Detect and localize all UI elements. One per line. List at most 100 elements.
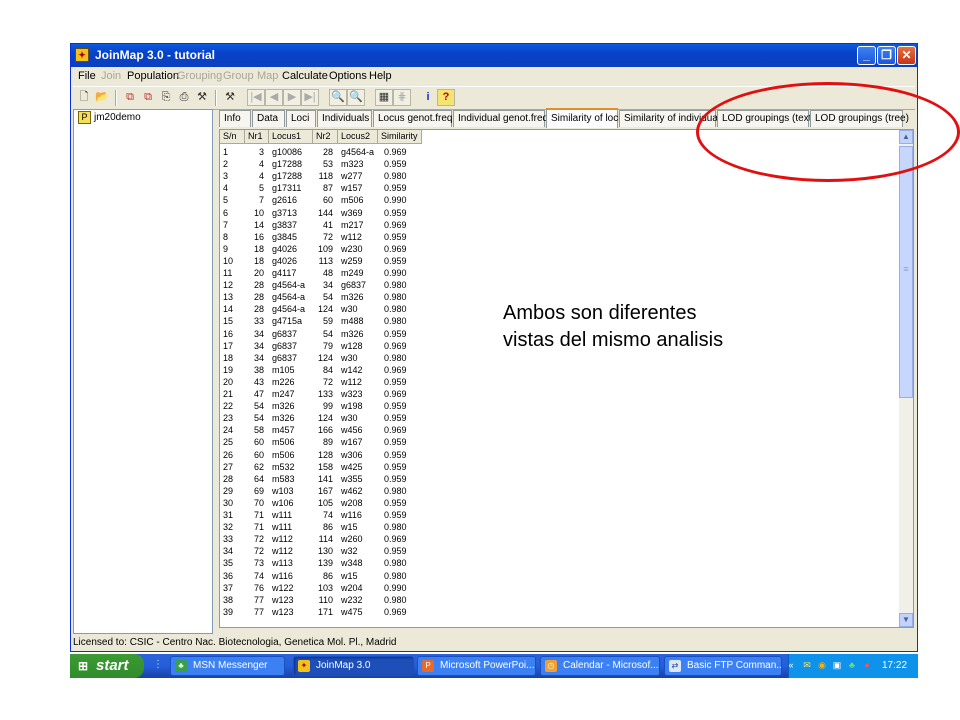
table-cell: 18 [223, 352, 234, 363]
task-calendar[interactable]: ◷ Calendar - Microsof... [540, 656, 660, 676]
table-row[interactable]: 4 5 g17311 87 w157 0.959 [220, 182, 900, 194]
table-cell: 48 [322, 268, 333, 278]
tray-messenger-icon[interactable]: ♣ [846, 659, 858, 671]
table-row[interactable]: 39 77 w123 171 w475 0.969 [220, 606, 900, 618]
open-folder-icon[interactable]: 📂 [93, 89, 111, 106]
table-row[interactable]: 31 71 w111 74 w116 0.959 [220, 509, 900, 521]
clock[interactable]: 17:22 [882, 654, 907, 678]
start-button[interactable]: ⊞ start [70, 654, 144, 678]
tab-data[interactable]: Data [252, 110, 285, 127]
tab-individual-genot-freq[interactable]: Individual genot.freq. [453, 110, 551, 127]
menu-group[interactable]: Group [223, 70, 254, 82]
table-row[interactable]: 34 72 w112 130 w32 0.959 [220, 545, 900, 557]
table-row[interactable]: 8 16 g3845 72 w112 0.959 [220, 231, 900, 243]
menu-grouping[interactable]: Grouping [177, 70, 222, 82]
tab-info[interactable]: Info [219, 110, 251, 127]
table-row[interactable]: 32 71 w111 86 w15 0.980 [220, 521, 900, 533]
tray-antivirus-icon[interactable]: ● [861, 659, 873, 671]
table-row[interactable]: 26 60 m506 128 w306 0.959 [220, 449, 900, 461]
quick-launch-icon[interactable]: ⋮ [152, 658, 164, 672]
column-header[interactable]: S/n [220, 130, 245, 144]
column-header[interactable]: Nr2 [313, 130, 338, 144]
previous-icon[interactable]: ◀ [265, 89, 283, 106]
tab-loci[interactable]: Loci [286, 110, 316, 127]
table-row[interactable]: 9 18 g4026 109 w230 0.969 [220, 243, 900, 255]
calculator-icon[interactable]: ▦ [375, 89, 393, 106]
table-row[interactable]: 37 76 w122 103 w204 0.990 [220, 582, 900, 594]
tray-network-icon[interactable]: ✉ [801, 659, 813, 671]
table-cell: 71 [253, 522, 264, 533]
menu-options[interactable]: Options [329, 70, 367, 82]
menu-help[interactable]: Help [369, 70, 392, 82]
vertical-scrollbar[interactable]: ▲ ≡ ▼ [899, 130, 913, 627]
table-row[interactable]: 12 28 g4564-a 34 g6837 0.980 [220, 279, 900, 291]
maximize-button[interactable]: ❐ [877, 46, 896, 65]
menu-join[interactable]: Join [101, 70, 121, 82]
column-header[interactable]: Locus2 [338, 130, 378, 144]
table-row[interactable]: 7 14 g3837 41 m217 0.969 [220, 219, 900, 231]
table-row[interactable]: 36 74 w116 86 w15 0.980 [220, 570, 900, 582]
task-powerpoint[interactable]: P Microsoft PowerPoi... [417, 656, 536, 676]
table-row[interactable]: 22 54 m326 99 w198 0.959 [220, 400, 900, 412]
scroll-thumb[interactable]: ≡ [899, 146, 913, 398]
grid-icon[interactable]: ⋕ [393, 89, 411, 106]
info-icon[interactable]: i [419, 89, 437, 106]
column-header[interactable]: Locus1 [269, 130, 313, 144]
table-cell: 0.959 [384, 255, 407, 266]
table-row[interactable]: 20 43 m226 72 w112 0.959 [220, 376, 900, 388]
task-joinmap[interactable]: ✦ JoinMap 3.0 [293, 656, 414, 676]
menu-calculate[interactable]: Calculate [282, 70, 328, 82]
task-msn-messenger[interactable]: ♣ MSN Messenger [170, 656, 285, 676]
table-row[interactable]: 33 72 w112 114 w260 0.969 [220, 533, 900, 545]
table-row[interactable]: 38 77 w123 110 w232 0.980 [220, 594, 900, 606]
import-icon[interactable]: ⧉ [121, 89, 139, 106]
table-row[interactable]: 28 64 m583 141 w355 0.959 [220, 473, 900, 485]
table-row[interactable]: 6 10 g3713 144 w369 0.959 [220, 207, 900, 219]
table-row[interactable]: 29 69 w103 167 w462 0.980 [220, 485, 900, 497]
title-bar[interactable]: ✦ JoinMap 3.0 - tutorial _ ❐ ✕ [71, 44, 917, 67]
first-icon[interactable]: |◀ [247, 89, 265, 106]
table-row[interactable]: 19 38 m105 84 w142 0.969 [220, 364, 900, 376]
table-row[interactable]: 10 18 g4026 113 w259 0.959 [220, 255, 900, 267]
tree-node-root[interactable]: Pjm20demo [78, 111, 141, 124]
table-cell: w15 [341, 570, 358, 581]
zoom-out-icon[interactable]: 🔍 [329, 89, 347, 106]
table-row[interactable]: 11 20 g4117 48 m249 0.990 [220, 267, 900, 279]
tray-norton-icon[interactable]: ◉ [816, 659, 828, 671]
table-cell: 103 [317, 582, 333, 593]
table-row[interactable]: 25 60 m506 89 w167 0.959 [220, 436, 900, 448]
last-icon[interactable]: ▶| [301, 89, 319, 106]
table-cell: 5 [258, 183, 264, 194]
export-icon[interactable]: ⧉ [139, 89, 157, 106]
zoom-in-icon[interactable]: 🔍 [347, 89, 365, 106]
next-icon[interactable]: ▶ [283, 89, 301, 106]
table-row[interactable]: 5 7 g2616 60 m506 0.990 [220, 194, 900, 206]
table-row[interactable]: 24 58 m457 166 w456 0.969 [220, 424, 900, 436]
minimize-button[interactable]: _ [857, 46, 876, 65]
tab-individuals[interactable]: Individuals [317, 110, 372, 127]
settings-icon[interactable]: ⚒ [221, 89, 239, 106]
table-row[interactable]: 27 62 m532 158 w425 0.959 [220, 461, 900, 473]
menu-file[interactable]: File [78, 70, 96, 82]
table-row[interactable]: 23 54 m326 124 w30 0.959 [220, 412, 900, 424]
column-header[interactable]: Similarity [378, 130, 422, 144]
table-row[interactable]: 35 73 w113 139 w348 0.980 [220, 557, 900, 569]
column-header[interactable]: Nr1 [245, 130, 269, 144]
new-file-icon[interactable]: 🗋 [75, 89, 93, 106]
tab-similarity-of-loci[interactable]: Similarity of loci [546, 108, 620, 128]
tray-expand-icon[interactable]: « [785, 659, 797, 671]
menu-map[interactable]: Map [257, 70, 278, 82]
tab-locus-genot-freq[interactable]: Locus genot.freq. [373, 110, 455, 127]
scroll-down-icon[interactable]: ▼ [899, 613, 913, 627]
table-row[interactable]: 30 70 w106 105 w208 0.959 [220, 497, 900, 509]
table-row[interactable]: 21 47 m247 133 w323 0.969 [220, 388, 900, 400]
close-button[interactable]: ✕ [897, 46, 916, 65]
tray-display-icon[interactable]: ▣ [831, 659, 843, 671]
menu-population[interactable]: Population [127, 70, 179, 82]
print-icon[interactable]: ⎙ [175, 89, 193, 106]
help-icon[interactable]: ? [437, 89, 455, 106]
task-basic-ftp[interactable]: ⇄ Basic FTP Comman... [664, 656, 782, 676]
tools-icon[interactable]: ⚒ [193, 89, 211, 106]
joinmap-app-icon[interactable]: ✦ [75, 48, 89, 62]
copy-icon[interactable]: ⎘ [157, 89, 175, 106]
